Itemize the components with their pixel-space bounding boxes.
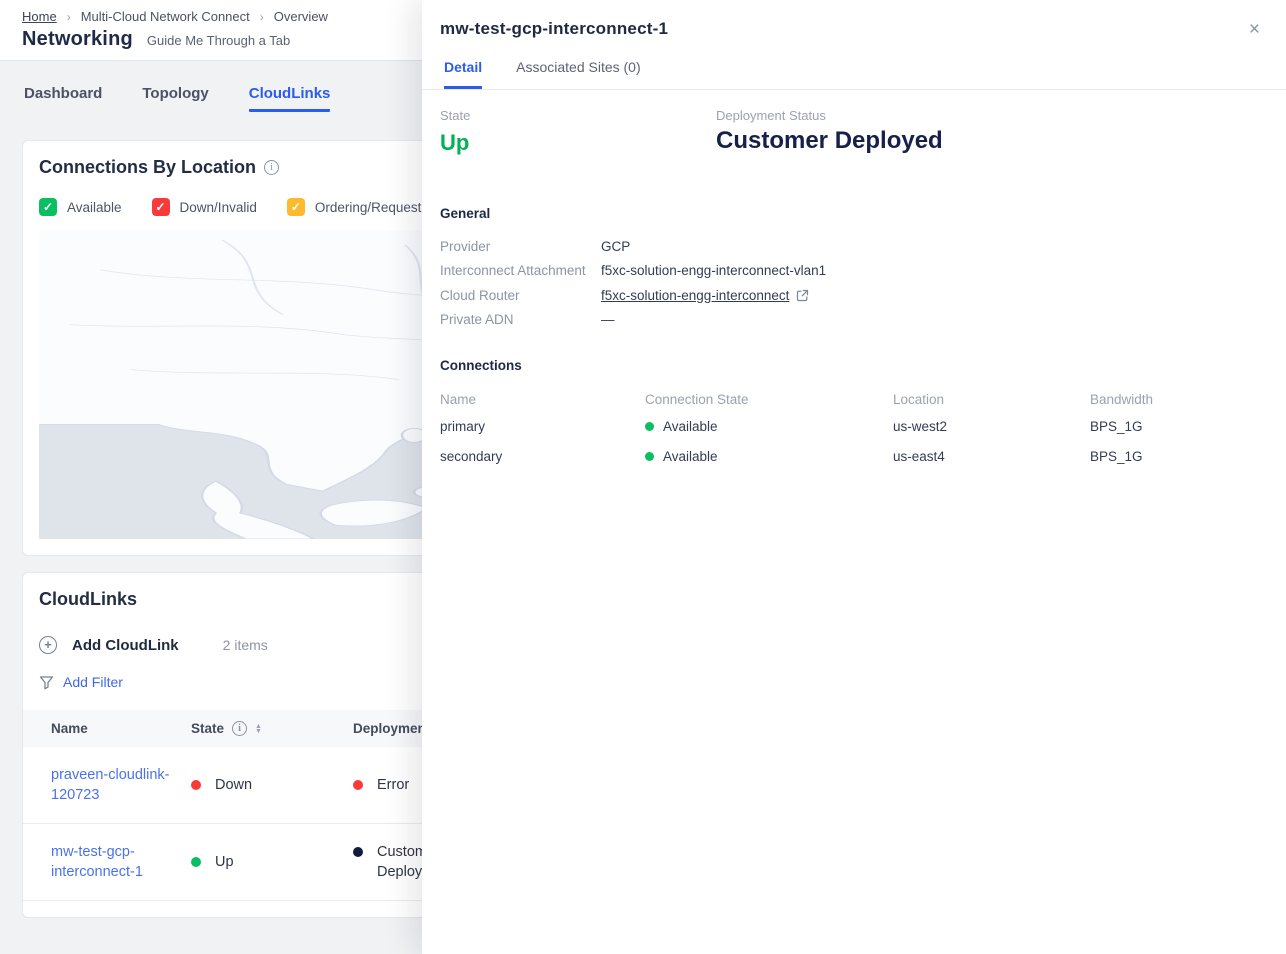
items-count: 2 items bbox=[223, 637, 268, 653]
state-value: Up bbox=[440, 130, 716, 156]
info-icon[interactable]: i bbox=[264, 160, 279, 175]
cloudlinks-title: CloudLinks bbox=[39, 589, 137, 610]
status-dot-deployed bbox=[353, 847, 363, 857]
breadcrumb-item[interactable]: Multi-Cloud Network Connect bbox=[81, 9, 250, 24]
panel-tabs: Detail Associated Sites (0) bbox=[422, 39, 1286, 90]
tab-cloudlinks[interactable]: CloudLinks bbox=[249, 85, 331, 112]
column-header-bandwidth: Bandwidth bbox=[1090, 392, 1286, 407]
state-value: Down bbox=[215, 777, 252, 793]
cloudlink-name-link[interactable]: mw-test-gcp-interconnect-1 bbox=[51, 842, 171, 882]
detail-value: — bbox=[601, 312, 615, 327]
add-cloudlink-label: Add CloudLink bbox=[72, 637, 179, 654]
guide-me-link[interactable]: Guide Me Through a Tab bbox=[147, 33, 290, 48]
sort-icon[interactable]: ▲▼ bbox=[255, 724, 262, 734]
tab-dashboard[interactable]: Dashboard bbox=[24, 85, 102, 112]
connection-name: secondary bbox=[440, 449, 645, 464]
column-header-state[interactable]: State i ▲▼ bbox=[191, 721, 353, 736]
connection-location: us-east4 bbox=[893, 449, 1090, 464]
state-label: State bbox=[440, 108, 716, 123]
checkbox-checked-icon: ✓ bbox=[39, 198, 57, 216]
detail-row-provider: Provider GCP bbox=[440, 234, 1286, 259]
connection-bandwidth: BPS_1G bbox=[1090, 419, 1286, 434]
connections-section: Connections Name Connection State Locati… bbox=[422, 358, 1286, 471]
legend-available-checkbox[interactable]: ✓ Available bbox=[39, 198, 122, 216]
state-value: Up bbox=[215, 854, 234, 870]
connection-row: primary Available us-west2 BPS_1G bbox=[440, 411, 1286, 441]
column-header-location: Location bbox=[893, 392, 1090, 407]
detail-label: Provider bbox=[440, 239, 601, 254]
column-header-state-label: State bbox=[191, 721, 224, 736]
detail-row-cloud-router: Cloud Router f5xc-solution-engg-intercon… bbox=[440, 283, 1286, 308]
legend-label: Available bbox=[67, 200, 122, 215]
plus-circle-icon: + bbox=[39, 636, 57, 654]
detail-value: GCP bbox=[601, 239, 630, 254]
connections-by-location-title: Connections By Location bbox=[39, 157, 256, 178]
connection-location: us-west2 bbox=[893, 419, 1090, 434]
detail-label: Interconnect Attachment bbox=[440, 263, 601, 278]
connections-section-title: Connections bbox=[440, 358, 1286, 373]
general-section-title: General bbox=[440, 206, 1286, 221]
deployment-value: Error bbox=[377, 777, 409, 793]
checkbox-checked-icon: ✓ bbox=[152, 198, 170, 216]
column-header-connection-state: Connection State bbox=[645, 392, 893, 407]
column-header-name[interactable]: Name bbox=[23, 721, 191, 736]
filter-funnel-icon bbox=[39, 675, 54, 690]
breadcrumb-home-link[interactable]: Home bbox=[22, 9, 57, 24]
connections-table-header: Name Connection State Location Bandwidth bbox=[440, 387, 1286, 411]
close-icon[interactable]: × bbox=[1249, 20, 1260, 39]
legend-label: Down/Invalid bbox=[180, 200, 257, 215]
connection-name: primary bbox=[440, 419, 645, 434]
chevron-right-icon: › bbox=[67, 10, 71, 24]
chevron-right-icon: › bbox=[260, 10, 264, 24]
tab-detail[interactable]: Detail bbox=[444, 59, 482, 89]
cloudlink-name-link[interactable]: praveen-cloudlink-120723 bbox=[51, 765, 171, 805]
connection-row: secondary Available us-east4 BPS_1G bbox=[440, 441, 1286, 471]
status-dot-available bbox=[645, 452, 654, 461]
add-cloudlink-button[interactable]: + Add CloudLink bbox=[39, 636, 179, 654]
tab-associated-sites[interactable]: Associated Sites (0) bbox=[516, 59, 641, 89]
cloud-router-link-text: f5xc-solution-engg-interconnect bbox=[601, 288, 789, 303]
connection-state: Available bbox=[663, 449, 718, 464]
detail-value: f5xc-solution-engg-interconnect-vlan1 bbox=[601, 263, 826, 278]
detail-panel: mw-test-gcp-interconnect-1 × Detail Asso… bbox=[422, 0, 1286, 954]
detail-label: Cloud Router bbox=[440, 288, 601, 303]
cloud-router-link[interactable]: f5xc-solution-engg-interconnect bbox=[601, 288, 809, 303]
external-link-icon bbox=[796, 289, 809, 302]
connection-state: Available bbox=[663, 419, 718, 434]
status-dot-error bbox=[353, 780, 363, 790]
status-dot-up bbox=[191, 857, 201, 867]
status-dot-down bbox=[191, 780, 201, 790]
page-title: Networking bbox=[22, 28, 133, 51]
general-section: General Provider GCP Interconnect Attach… bbox=[422, 206, 1286, 332]
deployment-status-label: Deployment Status bbox=[716, 108, 943, 123]
detail-row-interconnect-attachment: Interconnect Attachment f5xc-solution-en… bbox=[440, 259, 1286, 284]
status-dot-available bbox=[645, 422, 654, 431]
deployment-status-value: Customer Deployed bbox=[716, 127, 943, 155]
checkbox-checked-icon: ✓ bbox=[287, 198, 305, 216]
tab-topology[interactable]: Topology bbox=[142, 85, 208, 112]
add-filter-label: Add Filter bbox=[63, 674, 123, 690]
detail-row-private-adn: Private ADN — bbox=[440, 308, 1286, 333]
detail-label: Private ADN bbox=[440, 312, 601, 327]
panel-title: mw-test-gcp-interconnect-1 bbox=[440, 19, 1262, 39]
legend-down-invalid-checkbox[interactable]: ✓ Down/Invalid bbox=[152, 198, 257, 216]
column-header-name: Name bbox=[440, 392, 645, 407]
breadcrumb-item[interactable]: Overview bbox=[274, 9, 328, 24]
info-icon[interactable]: i bbox=[232, 721, 247, 736]
connection-bandwidth: BPS_1G bbox=[1090, 449, 1286, 464]
